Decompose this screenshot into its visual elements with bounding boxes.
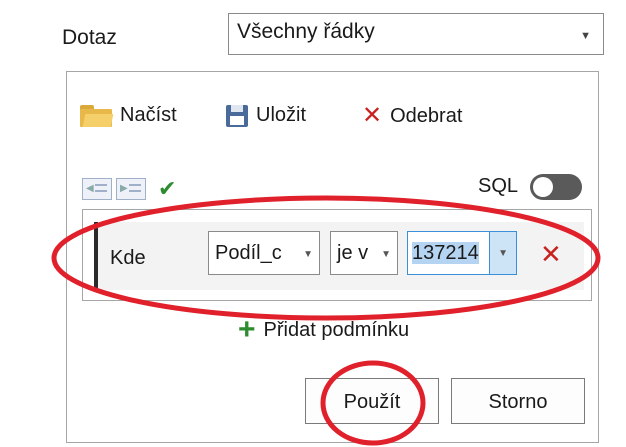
remove-x-icon: ✕ xyxy=(362,102,383,129)
add-condition-button[interactable]: + Přidat podmínku xyxy=(238,315,409,345)
load-button[interactable]: Načíst xyxy=(80,104,177,127)
query-select[interactable]: Všechny řádky ▼ xyxy=(228,13,604,55)
chevron-down-icon: ▼ xyxy=(498,248,508,259)
sql-toggle[interactable] xyxy=(530,174,582,200)
operator-dropdown[interactable]: je v ▼ xyxy=(330,231,398,275)
load-label: Načíst xyxy=(120,104,177,126)
value-dropdown-button[interactable]: ▼ xyxy=(489,232,516,274)
remove-button[interactable]: ✕ Odebrat xyxy=(362,104,462,128)
where-label: Kde xyxy=(110,247,146,269)
operator-value: je v xyxy=(337,242,369,264)
plus-icon: + xyxy=(238,313,256,346)
chevron-down-icon: ▼ xyxy=(303,249,313,260)
verify-check-icon[interactable]: ✔ xyxy=(158,176,176,202)
indent-icon[interactable]: ▶ xyxy=(116,178,146,200)
apply-button[interactable]: Použít xyxy=(305,378,439,424)
save-label: Uložit xyxy=(256,104,307,126)
outdent-icon[interactable]: ◀ xyxy=(82,178,112,200)
folder-icon xyxy=(80,104,114,127)
sql-label: SQL xyxy=(478,175,519,197)
chevron-down-icon: ▼ xyxy=(580,30,591,42)
clause-nav-icons: ◀ ▶ ✔ xyxy=(82,176,176,202)
save-button[interactable]: Uložit xyxy=(226,104,306,127)
value-dropdown[interactable]: 137214 ▼ xyxy=(407,231,517,275)
query-label: Dotaz xyxy=(62,26,117,49)
remove-label: Odebrat xyxy=(390,104,463,127)
query-select-value: Všechny řádky xyxy=(237,20,375,43)
field-value: Podíl_c xyxy=(215,242,282,264)
field-dropdown[interactable]: Podíl_c ▼ xyxy=(208,231,320,275)
chevron-down-icon: ▼ xyxy=(381,249,391,260)
value-text: 137214 xyxy=(412,242,479,264)
cancel-button[interactable]: Storno xyxy=(451,378,585,424)
add-condition-label: Přidat podmínku xyxy=(263,318,410,341)
toggle-knob xyxy=(533,177,553,197)
delete-condition-icon[interactable]: ✕ xyxy=(540,239,562,270)
floppy-disk-icon xyxy=(226,104,248,127)
